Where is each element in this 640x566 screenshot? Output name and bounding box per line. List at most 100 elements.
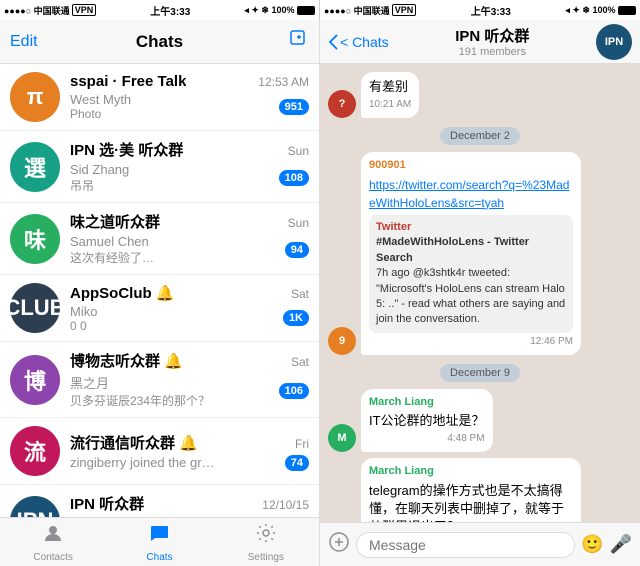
chat-time: Sun [288,144,309,158]
chat-name: IPN 选·美 听众群 [70,139,183,160]
msg-bubble: 有差别 10:21 AM [361,72,419,118]
edit-button[interactable]: Edit [10,33,50,51]
message-row: ? 有差别10:21 AM [328,72,632,118]
chat-content: 流行通信听众群 🔔 Fri zingiberry joined the grou… [70,432,309,471]
chats-title: Chats [50,32,269,52]
chat-badge: 74 [285,455,309,471]
chat-item[interactable]: 選 IPN 选·美 听众群 Sun Sid Zhang 吊吊 108 [0,131,319,203]
msg-bubble: 900901https://twitter.com/search?q=%23Ma… [361,152,581,355]
messages-area: ? 有差别10:21 AM December 2 9 900901https:/… [320,64,640,522]
chat-badge: 108 [279,170,309,186]
chat-content: 味之道听众群 Sun Samuel Chen 这次有经验了… 94 [70,211,309,266]
chat-avatar: 博 [10,355,60,405]
date-divider: December 2 [328,126,632,144]
chat-time: Fri [295,437,309,451]
message-input[interactable] [356,532,575,558]
right-header-sub: 191 members [459,46,526,58]
chat-time: 12:53 AM [258,75,309,89]
chat-time: Sat [291,355,309,369]
left-battery-icons: ◂ ✦ ❄ 100% [244,5,315,16]
settings-icon [255,522,277,550]
msg-sender: March Liang [369,464,573,479]
chat-preview: Photo [70,107,131,121]
msg-sender: March Liang [369,395,485,410]
chat-avatar: 流 [10,426,60,476]
tab-settings[interactable]: Settings [213,518,319,566]
chat-badge: 1K [283,310,309,326]
msg-avatar: M [328,424,356,452]
chat-item[interactable]: CLUB AppSoClub 🔔 Sat Miko 0 0 1K [0,275,319,342]
message-row: M March Liangtelegram的操作方式也是不太搞得懂，在聊天列表中… [328,458,632,522]
chat-avatar: 味 [10,214,60,264]
right-header-info: IPN 听众群 191 members [389,25,596,58]
chat-name: 博物志听众群 🔔 [70,350,183,371]
chat-sub: Miko [70,304,97,319]
chat-item[interactable]: π sspai · Free Talk 12:53 AM West Myth P… [0,64,319,131]
chat-content: IPN 选·美 听众群 Sun Sid Zhang 吊吊 108 [70,139,309,194]
chat-item[interactable]: 流 流行通信听众群 🔔 Fri zingiberry joined the gr… [0,418,319,485]
right-header: < Chats IPN 听众群 191 members IPN [320,20,640,64]
msg-time: 4:48 PM [369,432,485,446]
chat-time: Sat [291,287,309,301]
chats-icon [148,522,170,550]
chat-sub: West Myth [70,92,131,107]
msg-time: 10:21 AM [369,98,411,112]
chat-preview: 这次有经验了… [70,249,154,266]
msg-bubble: March Liang telegram的操作方式也是不太搞得懂，在聊天列表中删掉… [361,458,581,522]
chat-item[interactable]: IPN IPN 听众群 12/10/15 Nick 并不是 [0,485,319,517]
chat-avatar: IPN [10,496,60,518]
chat-sub: 黑之月 [70,373,210,392]
chat-avatar: CLUB [10,283,60,333]
chat-preview: 贝多芬诞辰234年的那个？ [70,392,210,409]
message-row: 9 900901https://twitter.com/search?q=%23… [328,152,632,355]
right-carrier: ●●●●○ 中国联通 [324,4,390,17]
chat-content: AppSoClub 🔔 Sat Miko 0 0 1K [70,284,309,333]
chat-preview: 0 0 [70,319,97,333]
chat-preview: 吊吊 [70,177,129,194]
emoji-button[interactable]: 🙂 [581,534,603,555]
msg-text: telegram的操作方式也是不太搞得懂，在聊天列表中删掉了，就等于从群里退出了… [369,482,573,522]
right-vpn: VPN [392,4,417,16]
msg-bubble: March Liang IT公论群的地址是？ 4:48 PM [361,389,493,453]
tab-contacts[interactable]: Contacts [0,518,106,566]
chat-item[interactable]: 博 博物志听众群 🔔 Sat 黑之月 贝多芬诞辰234年的那个？ 106 [0,342,319,418]
tab-bar: Contacts Chats Settings [0,517,319,566]
msg-text: 有差别 [369,78,411,96]
msg-avatar: 9 [328,327,356,355]
back-button[interactable]: < Chats [328,34,389,50]
right-header-title: IPN 听众群 [455,25,529,46]
mic-button[interactable]: 🎤 [610,534,632,555]
message-input-bar: 🙂 🎤 [320,522,640,566]
msg-card: Twitter #MadeWithHoloLens - Twitter Sear… [369,215,573,333]
left-vpn: VPN [72,4,97,16]
chat-name: 流行通信听众群 🔔 [70,432,198,453]
chat-time: Sun [288,216,309,230]
chat-item[interactable]: 味 味之道听众群 Sun Samuel Chen 这次有经验了… 94 [0,203,319,275]
chat-content: IPN 听众群 12/10/15 Nick 并不是 [70,493,309,517]
chat-content: 博物志听众群 🔔 Sat 黑之月 贝多芬诞辰234年的那个？ 106 [70,350,309,409]
chat-name: sspai · Free Talk [70,73,186,90]
right-time: 上午3:33 [416,3,565,18]
msg-link[interactable]: https://twitter.com/search?q=%23MadeWith… [369,176,573,212]
tab-settings-label: Settings [248,552,284,563]
chat-sub: zingiberry joined the group via invite l… [70,455,220,470]
chat-name: IPN 听众群 [70,493,144,514]
chat-badge: 94 [285,242,309,258]
attach-button[interactable] [328,531,350,559]
chat-time: 12/10/15 [262,498,309,512]
chat-sub: Samuel Chen [70,234,154,249]
tab-contacts-label: Contacts [33,552,72,563]
compose-button[interactable] [269,29,309,55]
group-avatar: IPN [596,24,632,60]
back-label: < Chats [340,34,389,50]
tab-chats[interactable]: Chats [106,518,212,566]
chat-list: π sspai · Free Talk 12:53 AM West Myth P… [0,64,319,517]
message-row: M March Liang IT公论群的地址是？ 4:48 PM [328,389,632,453]
chat-avatar: 選 [10,142,60,192]
chat-content: sspai · Free Talk 12:53 AM West Myth Pho… [70,73,309,121]
left-time: 上午3:33 [96,3,244,18]
chat-badge: 106 [279,383,309,399]
left-carrier: ●●●●○ 中国联通 [4,4,70,17]
contacts-icon [42,522,64,550]
msg-text: IT公论群的地址是？ [369,412,485,430]
